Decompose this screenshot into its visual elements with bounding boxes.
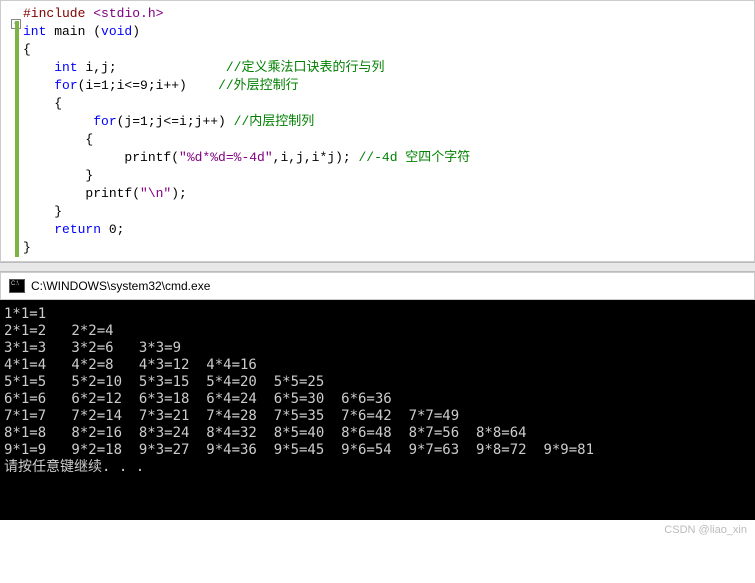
- console-line: 5*1=5 5*2=10 5*3=15 5*4=20 5*5=25: [4, 374, 751, 391]
- console-line: 4*1=4 4*2=8 4*3=12 4*4=16: [4, 357, 751, 374]
- cmd-icon: [9, 279, 25, 293]
- watermark-text: CSDN @liao_xin: [0, 520, 755, 540]
- console-line: 2*1=2 2*2=4: [4, 323, 751, 340]
- fold-guide-line: [15, 21, 19, 257]
- console-line: 8*1=8 8*2=16 8*3=24 8*4=32 8*5=40 8*6=48…: [4, 425, 751, 442]
- window-divider: [0, 262, 755, 272]
- editor-gutter: [1, 5, 15, 257]
- code-line: for(j=1;j<=i;j++) //内层控制列: [23, 113, 754, 131]
- console-line: 9*1=9 9*2=18 9*3=27 9*4=36 9*5=45 9*6=54…: [4, 442, 751, 459]
- code-line: {: [23, 131, 754, 149]
- code-line: return 0;: [23, 221, 754, 239]
- console-line: 1*1=1: [4, 306, 751, 323]
- console-title-bar[interactable]: C:\WINDOWS\system32\cmd.exe: [0, 272, 755, 300]
- code-line: int i,j; //定义乘法口诀表的行与列: [23, 59, 754, 77]
- console-line: 请按任意键继续. . .: [4, 459, 751, 476]
- code-line: }: [23, 167, 754, 185]
- code-line: #include <stdio.h>: [23, 5, 754, 23]
- code-line: for(i=1;i<=9;i++) //外层控制行: [23, 77, 754, 95]
- code-line: {: [23, 95, 754, 113]
- code-line: }: [23, 203, 754, 221]
- console-output[interactable]: 1*1=1 2*1=2 2*2=4 3*1=3 3*2=6 3*3=9 4*1=…: [0, 300, 755, 520]
- console-line: 7*1=7 7*2=14 7*3=21 7*4=28 7*5=35 7*6=42…: [4, 408, 751, 425]
- code-line: printf("\n");: [23, 185, 754, 203]
- code-line: printf("%d*%d=%-4d",i,j,i*j); //-4d 空四个字…: [23, 149, 754, 167]
- code-line: {: [23, 41, 754, 59]
- code-line: }: [23, 239, 754, 257]
- console-title-text: C:\WINDOWS\system32\cmd.exe: [31, 279, 210, 293]
- code-editor[interactable]: − #include <stdio.h> int main (void) { i…: [0, 0, 755, 262]
- code-content[interactable]: #include <stdio.h> int main (void) { int…: [1, 5, 754, 257]
- code-line: int main (void): [23, 23, 754, 41]
- console-line: 6*1=6 6*2=12 6*3=18 6*4=24 6*5=30 6*6=36: [4, 391, 751, 408]
- console-line: 3*1=3 3*2=6 3*3=9: [4, 340, 751, 357]
